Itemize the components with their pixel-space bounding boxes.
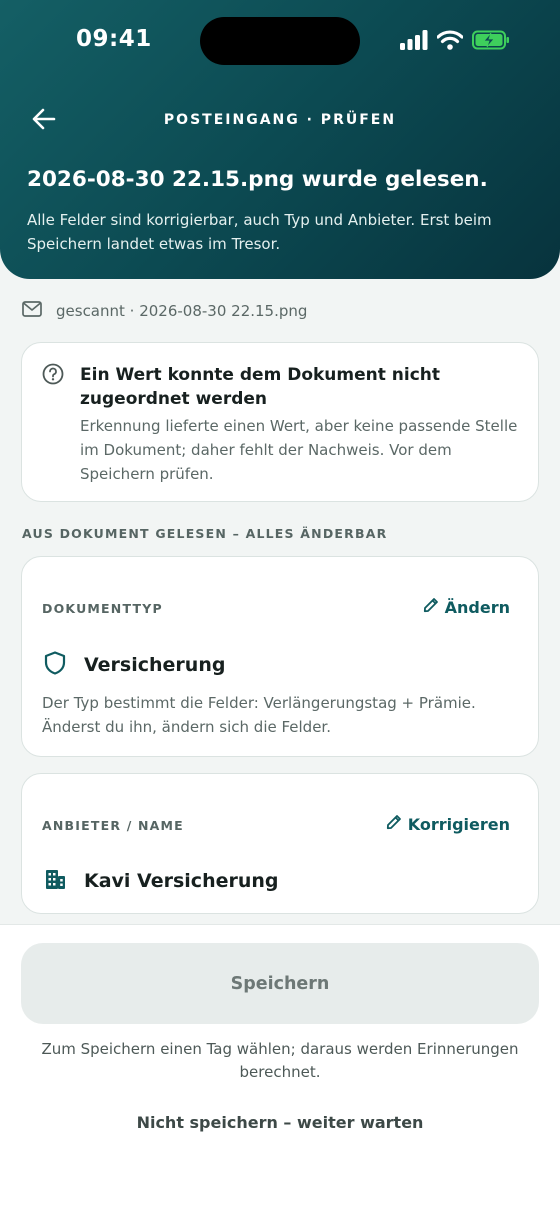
signal-icon (400, 30, 428, 54)
skip-save-link[interactable]: Nicht speichern – weiter warten (0, 1113, 560, 1132)
battery-charging-icon (472, 30, 510, 54)
status-time: 09:41 (76, 26, 152, 52)
section-label: AUS DOKUMENT GELESEN – ALLES ÄNDERBAR (22, 526, 388, 541)
bottom-panel: Speichern Zum Speichern einen Tag wählen… (0, 924, 560, 1217)
wifi-icon (436, 30, 464, 54)
document-type-note: Der Typ bestimmt die Felder: Verlängerun… (42, 694, 476, 736)
pencil-icon (423, 597, 439, 617)
change-type-label: Ändern (444, 597, 510, 617)
pencil-icon (386, 814, 402, 834)
building-icon (44, 868, 66, 894)
provider-value: Kavi Versicherung (84, 870, 279, 892)
provider-label: ANBIETER / NAME (42, 818, 184, 833)
source-line: gescannt · 2026-08-30 22.15.png (22, 301, 307, 321)
save-hint: Zum Speichern einen Tag wählen; daraus w… (41, 1040, 519, 1081)
shield-icon (44, 651, 66, 679)
mail-icon (22, 301, 42, 321)
status-icons (400, 30, 510, 54)
document-type-value: Versicherung (84, 654, 226, 676)
source-text: gescannt · 2026-08-30 22.15.png (56, 302, 308, 320)
warning-card: Ein Wert konnte dem Dokument nicht zugeo… (21, 342, 539, 502)
correct-provider-label: Korrigieren (407, 814, 510, 834)
warning-title: Ein Wert konnte dem Dokument nicht zugeo… (80, 365, 441, 409)
warning-body: Erkennung lieferte einen Wert, aber kein… (80, 417, 518, 483)
page-title: 2026-08-30 22.15.png wurde gelesen. (27, 167, 488, 192)
correct-provider-button[interactable]: Korrigieren (386, 814, 510, 834)
change-type-button[interactable]: Ändern (423, 597, 510, 617)
document-type-label: DOKUMENTTYP (42, 601, 163, 616)
nav-title: POSTEINGANG · PRÜFEN (163, 112, 397, 128)
question-circle-icon (42, 363, 64, 389)
save-button[interactable]: Speichern (21, 943, 539, 1024)
header: 09:41 POSTEINGANG · PRÜFEN 2026-08-30 22… (0, 0, 560, 279)
page-subtitle: Alle Felder sind korrigierbar, auch Typ … (27, 211, 492, 253)
document-type-value-row: Versicherung (44, 651, 225, 679)
provider-card: ANBIETER / NAME Korrigieren Kavi Versich… (21, 773, 539, 914)
document-type-card: DOKUMENTTYP Ändern Versicherung Der Typ … (21, 556, 539, 757)
dynamic-island (200, 17, 360, 65)
provider-value-row: Kavi Versicherung (44, 868, 279, 894)
